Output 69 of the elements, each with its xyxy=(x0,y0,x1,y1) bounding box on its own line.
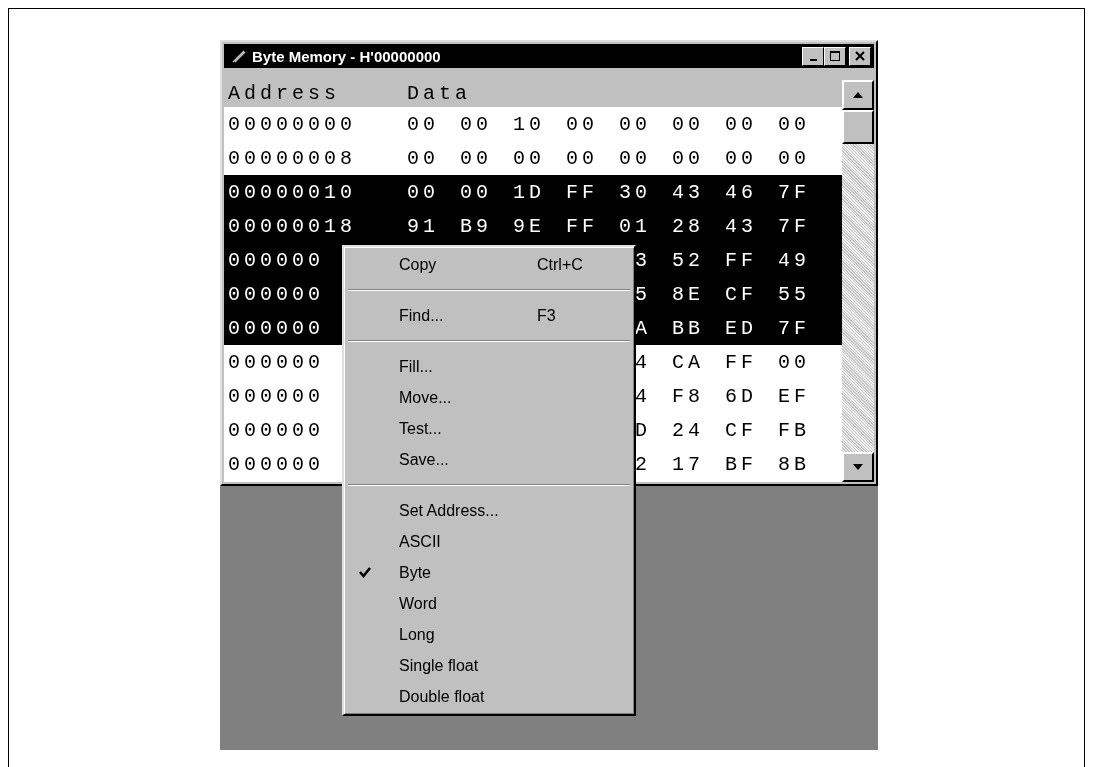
data-cell: 00 xyxy=(725,146,757,170)
data-cell: 00 xyxy=(460,180,492,204)
data-cell: 9E xyxy=(513,214,545,238)
data-cell: 91 xyxy=(407,214,439,238)
data-cell: FF xyxy=(725,350,757,374)
data-cell: 30 xyxy=(619,180,651,204)
data-cell: 00 xyxy=(566,112,598,136)
data-cell: 00 xyxy=(778,112,810,136)
data-cell: 6D xyxy=(725,384,757,408)
data-cell: 00 xyxy=(407,112,439,136)
column-heading: Address xyxy=(227,82,341,105)
data-cell: 7F xyxy=(778,180,810,204)
data-cell: 00 xyxy=(407,180,439,204)
data-cell: BB xyxy=(672,316,704,340)
data-cell: 00 xyxy=(460,146,492,170)
data-cell: 52 xyxy=(672,248,704,272)
data-cell: 4 xyxy=(635,384,651,408)
data-cell: 00 xyxy=(566,146,598,170)
data-cell: D xyxy=(635,418,651,442)
data-cell: 10 xyxy=(513,112,545,136)
data-cell: CF xyxy=(725,418,757,442)
address-cell-text: 00000000 xyxy=(227,112,357,136)
data-cell: 28 xyxy=(672,214,704,238)
column-heading: Data xyxy=(407,82,471,105)
data-cell: 00 xyxy=(619,146,651,170)
data-cell: 00 xyxy=(778,350,810,374)
data-cell: FF xyxy=(566,180,598,204)
address-cell-text: 000000 xyxy=(227,282,325,306)
data-cell: 46 xyxy=(725,180,757,204)
data-cell: 55 xyxy=(778,282,810,306)
data-cell: 2 xyxy=(635,452,651,476)
data-cell: 24 xyxy=(672,418,704,442)
data-cell: ED xyxy=(725,316,757,340)
data-cell: 3 xyxy=(635,248,651,272)
data-cell: 49 xyxy=(778,248,810,272)
data-cell: BF xyxy=(725,452,757,476)
data-cell: 00 xyxy=(619,112,651,136)
data-cell: FF xyxy=(725,248,757,272)
address-cell-text: 00000008 xyxy=(227,146,357,170)
data-cell: 5 xyxy=(635,282,651,306)
address-cell-text: 00000018 xyxy=(227,214,357,238)
data-cell: EF xyxy=(778,384,810,408)
data-cell: 00 xyxy=(672,112,704,136)
data-cell: 00 xyxy=(672,146,704,170)
data-cell: 1D xyxy=(513,180,545,204)
data-cell: 8E xyxy=(672,282,704,306)
data-cell: 17 xyxy=(672,452,704,476)
data-cell: 01 xyxy=(619,214,651,238)
data-cell: 00 xyxy=(407,146,439,170)
data-cell: FB xyxy=(778,418,810,442)
data-cell: CF xyxy=(725,282,757,306)
data-cell: 00 xyxy=(725,112,757,136)
data-cell: CA xyxy=(672,350,704,374)
data-cell: FF xyxy=(566,214,598,238)
data-cell: 4 xyxy=(635,350,651,374)
data-cell: 43 xyxy=(672,180,704,204)
data-cell: 7F xyxy=(778,316,810,340)
data-cell: 7F xyxy=(778,214,810,238)
data-cell: 43 xyxy=(725,214,757,238)
data-cell: 8B xyxy=(778,452,810,476)
address-cell-text: 00000010 xyxy=(227,180,357,204)
data-cell: 00 xyxy=(460,112,492,136)
data-cell: B9 xyxy=(460,214,492,238)
window-title: Byte Memory - H'00000000 xyxy=(252,47,442,65)
data-cell: 00 xyxy=(778,146,810,170)
data-cell: F8 xyxy=(672,384,704,408)
data-cell: A xyxy=(635,316,651,340)
address-cell-text: 000000 xyxy=(227,316,325,340)
data-cell: 00 xyxy=(513,146,545,170)
